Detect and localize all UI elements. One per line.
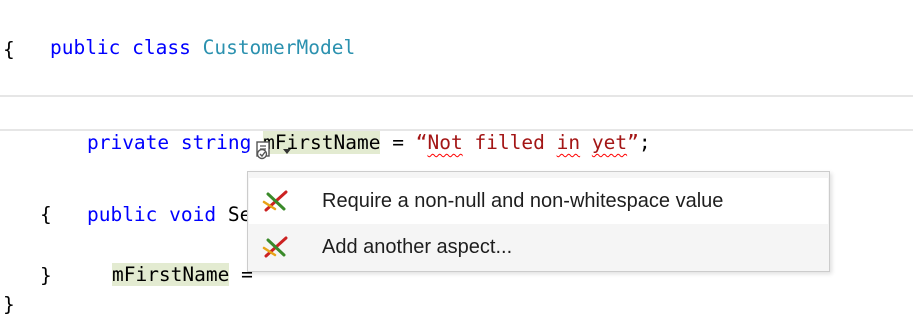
class-name: CustomerModel [202, 36, 356, 59]
spelling-squiggle: Not [427, 131, 463, 154]
chevron-down-icon [283, 148, 291, 154]
aspect-icon [262, 190, 288, 212]
spelling-squiggle: in [556, 131, 581, 154]
semicolon: ; [638, 131, 651, 154]
string-text [580, 131, 592, 154]
code-line-class-close-brace: } [3, 293, 15, 316]
quick-actions-menu: Require a non-null and non-whitespace va… [247, 171, 830, 272]
menu-item-add-another-aspect[interactable]: Add another aspect... [249, 224, 828, 270]
aspect-icon [262, 236, 288, 258]
code-line-open-brace: { [3, 38, 15, 61]
code-line-assignment: mFirstName = [65, 230, 253, 286]
code-line-field-declaration: private string mFirstName = “Not filled … [40, 98, 651, 154]
keyword: private string [86, 131, 264, 154]
menu-item-label: Add another aspect... [322, 236, 513, 258]
code-editor[interactable]: public class CustomerModel { private str… [0, 0, 913, 322]
string-text: filled [462, 131, 557, 154]
smart-tag-button[interactable] [247, 136, 315, 166]
field-reference-highlight[interactable]: mFirstName [111, 263, 230, 286]
keyword: public void [86, 203, 228, 226]
string-quote-open: “ [415, 131, 428, 154]
menu-item-require-non-null[interactable]: Require a non-null and non-whitespace va… [249, 178, 828, 224]
keyword: public class [49, 36, 203, 59]
menu-item-label: Require a non-null and non-whitespace va… [322, 190, 724, 212]
spelling-squiggle: yet [591, 131, 628, 154]
assign-operator: = [380, 131, 416, 154]
string-literal: “Not filled in yet” [416, 131, 639, 154]
smart-tag-icon [256, 141, 270, 160]
code-line-class-declaration: public class CustomerModel [3, 3, 355, 59]
code-line-method-open-brace: { [40, 203, 52, 226]
string-quote-close: ” [627, 131, 639, 154]
code-line-method-close-brace: } [40, 264, 52, 287]
code-line-method-declaration: public void Set [40, 170, 263, 226]
